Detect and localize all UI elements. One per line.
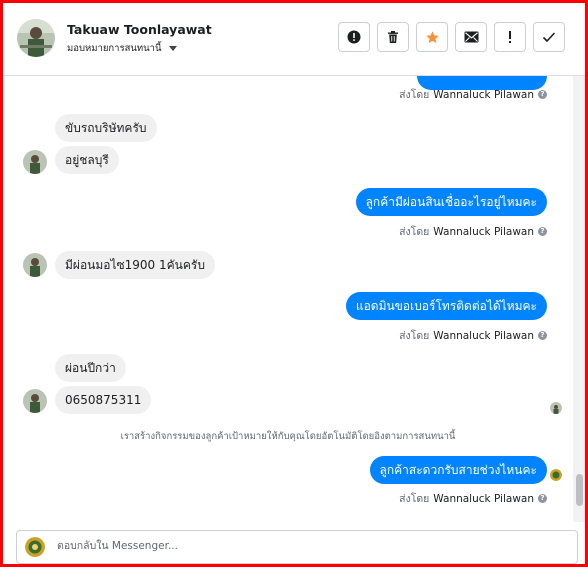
mark-unread-button[interactable] [455,22,487,52]
contact-avatar-small [23,150,47,174]
contact-avatar-small [23,389,47,413]
sent-by-label: ส่งโดย Wannaluck Pilawan? [399,327,547,344]
star-icon [425,30,439,43]
scrollbar-thumb[interactable] [576,474,583,506]
message-bubble-incoming[interactable]: ผ่อนปีกว่า [55,354,126,382]
sent-by-label: ส่งโดย Wannaluck Pilawan? [399,223,547,240]
message-bubble-incoming[interactable]: มีผ่อนมอไซ1900 1คันครับ [55,251,215,279]
page-logo-icon [25,537,45,557]
message-bubble-incoming[interactable]: อยู่ชลบุรี [55,146,119,174]
exclamation-circle-icon [347,30,361,44]
message-thread[interactable]: ส่งโดย Wannaluck Pilawan? ขับรถบริษัทครับ… [3,76,573,522]
sent-by-label: ส่งโดย Wannaluck Pilawan? [399,490,547,507]
message-bubble-incoming[interactable]: 0650875311 [55,386,152,414]
exclamation-icon [509,31,511,43]
info-icon: ? [538,331,547,340]
caret-down-icon [168,46,177,51]
sent-by-label: ส่งโดย Wannaluck Pilawan? [399,86,547,103]
envelope-icon [464,31,478,43]
report-button[interactable] [338,22,370,52]
seen-avatar [550,402,562,414]
reply-composer[interactable] [16,530,578,564]
contact-avatar-small [23,253,47,277]
star-button[interactable] [416,22,448,52]
message-bubble-outgoing[interactable]: ลูกค้าสะดวกรับสายช่วงไหนคะ [369,456,547,484]
info-icon: ? [538,494,547,503]
check-icon [542,32,556,43]
trash-icon [388,31,398,43]
message-bubble-incoming[interactable]: ขับรถบริษัทครับ [55,114,157,142]
mark-done-button[interactable] [533,22,565,52]
assign-label: มอบหมายการสนทนานี้ [67,43,162,54]
scrollbar[interactable] [573,76,585,522]
mark-spam-button[interactable] [494,22,526,52]
message-bubble-outgoing[interactable]: ลูกค้ามีผ่อนสินเชื่ออะไรอยู่ไหมคะ [355,188,547,216]
conversation-header: Takuaw Toonlayawat มอบหมายการสนทนานี้ [3,3,585,76]
info-icon: ? [538,227,547,236]
system-note: เราสร้างกิจกรรมของลูกค้าเป้าหมายให้กับคุ… [120,431,456,442]
message-bubble-outgoing[interactable]: แอดมินขอเบอร์โทรติดต่อได้ไหมคะ [345,292,547,320]
info-icon: ? [538,90,547,99]
delete-button[interactable] [377,22,409,52]
contact-name[interactable]: Takuaw Toonlayawat [67,22,212,37]
page-seen-icon [550,469,562,481]
assign-conversation-dropdown[interactable]: มอบหมายการสนทนานี้ [67,41,177,56]
reply-input[interactable] [55,539,559,553]
contact-avatar[interactable] [17,19,55,57]
